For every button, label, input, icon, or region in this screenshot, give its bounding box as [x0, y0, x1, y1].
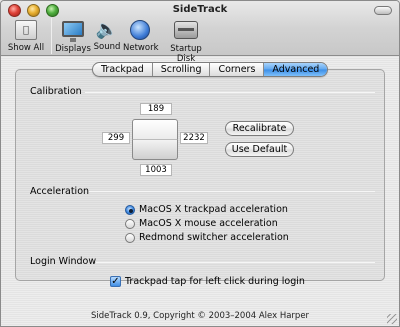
trackpad-button-preview [132, 139, 178, 160]
toolbar-network[interactable]: Network [123, 19, 159, 53]
radio-redmond-acceleration[interactable]: Redmond switcher acceleration [125, 232, 289, 243]
toolbar-label: Sound [93, 42, 121, 52]
section-divider [89, 191, 375, 192]
speaker-icon: 🔈 [95, 19, 119, 40]
toolbar-label: Show All [7, 43, 45, 53]
use-default-button[interactable]: Use Default [225, 142, 294, 157]
calibration-right-value: 2232 [180, 132, 208, 144]
globe-icon [130, 20, 150, 40]
toolbar-separator [51, 18, 52, 54]
login-window-heading: Login Window [30, 256, 97, 267]
title-toolbar: SideTrack  Show All Displays 🔈 Sound Ne… [1, 1, 399, 64]
toolbar-startup-disk[interactable]: Startup Disk [160, 19, 212, 64]
window-title: SideTrack [172, 4, 228, 15]
toolbar-label: Displays [55, 44, 91, 54]
footer-copyright: SideTrack 0.9, Copyright © 2003–2004 Ale… [90, 311, 310, 321]
preferences-window: SideTrack  Show All Displays 🔈 Sound Ne… [0, 0, 400, 327]
section-divider [85, 92, 375, 93]
radio-label: MacOS X mouse acceleration [139, 218, 278, 229]
radio-trackpad-acceleration[interactable]: MacOS X trackpad acceleration [125, 204, 288, 215]
recalibrate-button[interactable]: Recalibrate [225, 121, 294, 136]
radio-mouse-acceleration[interactable]: MacOS X mouse acceleration [125, 218, 278, 229]
section-divider [96, 262, 375, 263]
toolbar-show-all[interactable]:  Show All [5, 19, 47, 53]
checkbox-label: Trackpad tap for left click during login [125, 276, 305, 287]
calibration-heading: Calibration [30, 86, 82, 97]
toolbar-displays[interactable]: Displays [55, 19, 91, 54]
radio-button[interactable] [125, 232, 135, 243]
tab-panel [15, 69, 385, 281]
hard-disk-icon [174, 21, 198, 39]
tab-corners[interactable]: Corners [210, 63, 265, 76]
toolbar-sound[interactable]: 🔈 Sound [92, 19, 122, 52]
calibration-left-value: 299 [102, 132, 130, 144]
tab-trackpad[interactable]: Trackpad [93, 63, 153, 76]
tab-scrolling[interactable]: Scrolling [153, 63, 211, 76]
calibration-top-value: 189 [140, 103, 172, 115]
radio-label: MacOS X trackpad acceleration [139, 204, 288, 215]
toolbar-label: Startup Disk [170, 44, 202, 64]
radio-label: Redmond switcher acceleration [139, 232, 289, 243]
checkmark-icon: ✓ [111, 275, 120, 287]
acceleration-heading: Acceleration [30, 186, 90, 197]
toolbar-toggle-button[interactable] [374, 6, 392, 15]
tab-bar: Trackpad Scrolling Corners Advanced [92, 62, 329, 77]
radio-button-selected[interactable] [125, 204, 135, 215]
apple-grid-icon:  [15, 20, 37, 40]
tab-advanced[interactable]: Advanced [264, 63, 328, 76]
radio-button[interactable] [125, 218, 135, 229]
checkbox-checked[interactable]: ✓ [110, 276, 121, 287]
display-icon [62, 21, 84, 42]
toolbar-label: Network [123, 43, 159, 53]
login-tap-checkbox-row[interactable]: ✓ Trackpad tap for left click during log… [110, 276, 305, 287]
resize-grip-icon[interactable] [387, 314, 397, 324]
calibration-bottom-value: 1003 [140, 164, 172, 176]
